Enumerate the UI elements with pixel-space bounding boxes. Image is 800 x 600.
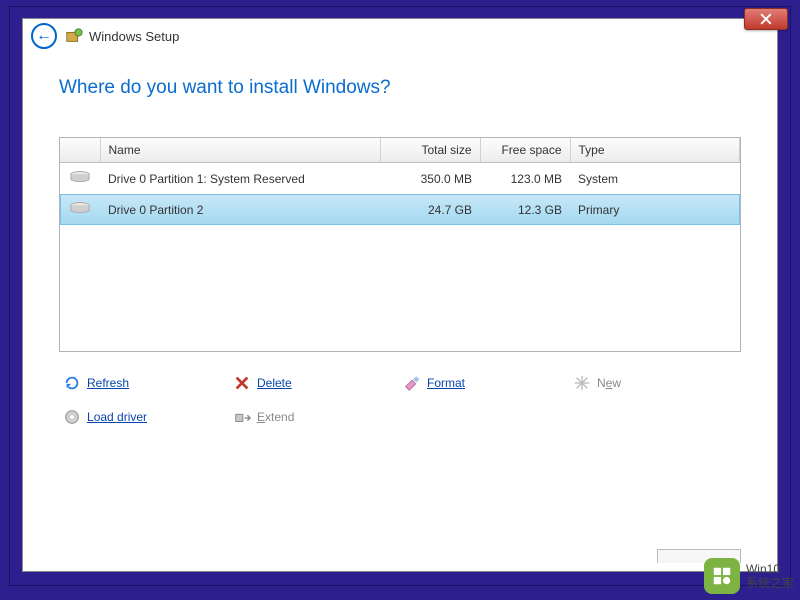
partition-name: Drive 0 Partition 1: System Reserved — [100, 163, 380, 195]
new-action: New — [573, 374, 683, 392]
drive-icon — [69, 201, 91, 215]
titlebar: Windows Setup — [23, 19, 777, 53]
watermark: Win10 系统之家 — [704, 558, 794, 594]
watermark-logo-icon — [704, 558, 740, 594]
back-button[interactable] — [31, 23, 57, 49]
format-icon — [403, 374, 421, 392]
partition-total-size: 24.7 GB — [380, 194, 480, 225]
setup-window: Windows Setup Where do you want to insta… — [22, 18, 778, 572]
window-title: Windows Setup — [89, 29, 179, 44]
header-free-space[interactable]: Free space — [480, 138, 570, 163]
partition-table: Name Total size Free space Type Drive 0 … — [59, 137, 741, 352]
setup-icon — [65, 27, 83, 45]
partition-name: Drive 0 Partition 2 — [100, 194, 380, 225]
format-label: Format — [427, 376, 465, 390]
refresh-label: Refresh — [87, 376, 129, 390]
drive-icon-cell — [60, 163, 100, 195]
delete-action[interactable]: Delete — [233, 374, 343, 392]
actions-row: Refresh Delete Format New — [59, 374, 741, 426]
load-driver-label: Load driver — [87, 410, 147, 424]
header-name[interactable]: Name — [100, 138, 380, 163]
extend-action: Extend — [233, 408, 343, 426]
partition-free-space: 123.0 MB — [480, 163, 570, 195]
refresh-icon — [63, 374, 81, 392]
close-button[interactable] — [744, 8, 788, 30]
partition-type: Primary — [570, 194, 740, 225]
refresh-action[interactable]: Refresh — [63, 374, 173, 392]
page-heading: Where do you want to install Windows? — [59, 77, 741, 99]
header-total-size[interactable]: Total size — [380, 138, 480, 163]
partition-type: System — [570, 163, 740, 195]
new-icon — [573, 374, 591, 392]
drive-icon — [69, 170, 91, 184]
header-type[interactable]: Type — [570, 138, 740, 163]
load-driver-icon — [63, 408, 81, 426]
delete-label: Delete — [257, 376, 292, 390]
format-action[interactable]: Format — [403, 374, 513, 392]
partition-row[interactable]: Drive 0 Partition 224.7 GB12.3 GBPrimary — [60, 194, 740, 225]
watermark-text: Win10 系统之家 — [746, 562, 794, 590]
extend-label: Extend — [257, 410, 294, 424]
drive-icon-cell — [60, 194, 100, 225]
partition-total-size: 350.0 MB — [380, 163, 480, 195]
partition-free-space: 12.3 GB — [480, 194, 570, 225]
delete-icon — [233, 374, 251, 392]
table-header-row: Name Total size Free space Type — [60, 138, 740, 163]
header-icon[interactable] — [60, 138, 100, 163]
new-label: New — [597, 376, 621, 390]
extend-icon — [233, 408, 251, 426]
load-driver-action[interactable]: Load driver — [63, 408, 173, 426]
partition-row[interactable]: Drive 0 Partition 1: System Reserved350.… — [60, 163, 740, 195]
content-area: Where do you want to install Windows? Na… — [23, 53, 777, 571]
